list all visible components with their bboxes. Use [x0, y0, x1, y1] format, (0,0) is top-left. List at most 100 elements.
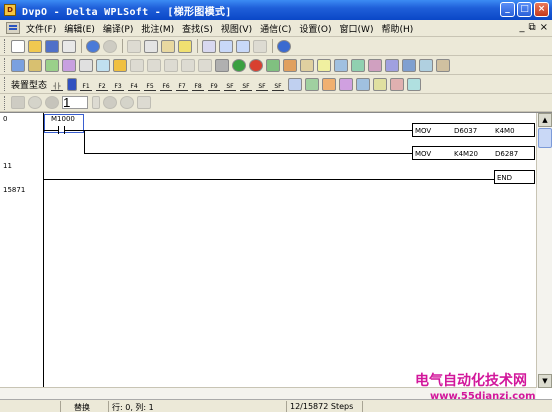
password-icon[interactable]: [436, 58, 450, 72]
menu-compile[interactable]: 编译(P): [99, 22, 137, 35]
monitor-icon[interactable]: [96, 58, 110, 72]
rung-line: [64, 130, 412, 131]
transfer-icon[interactable]: [215, 58, 229, 72]
print-icon[interactable]: [62, 39, 76, 53]
document-icon[interactable]: [6, 22, 20, 34]
toolbar-grip[interactable]: [4, 58, 7, 72]
mdi-close-button[interactable]: ×: [540, 22, 548, 33]
f4-contact-icon[interactable]: F4: [128, 78, 141, 91]
ladder-mode-icon[interactable]: [11, 58, 25, 72]
help-icon[interactable]: [277, 39, 291, 53]
chevron-down-icon[interactable]: [67, 77, 78, 91]
f7-coil-icon[interactable]: F7: [176, 78, 189, 91]
step-input[interactable]: [62, 96, 88, 109]
toolbar-grip[interactable]: [4, 77, 7, 91]
timer-icon[interactable]: [368, 58, 382, 72]
menu-settings[interactable]: 设置(O): [295, 22, 335, 35]
line-tool-icon[interactable]: [288, 77, 303, 91]
close-button[interactable]: ×: [534, 2, 549, 17]
f6-contact-icon[interactable]: F6: [160, 78, 173, 91]
stop-icon[interactable]: [249, 58, 263, 72]
insert-row-icon[interactable]: [305, 77, 320, 91]
sf2-coil-icon[interactable]: SF: [240, 78, 253, 91]
f8-coil-icon[interactable]: F8: [192, 78, 205, 91]
menu-file[interactable]: 文件(F): [22, 22, 60, 35]
contact-label: M1000: [51, 115, 75, 123]
device-table-icon[interactable]: [79, 58, 93, 72]
scroll-thumb[interactable]: [538, 128, 552, 148]
sf3-coil-icon[interactable]: SF: [256, 78, 269, 91]
menu-search[interactable]: 查找(S): [178, 22, 217, 35]
find-icon[interactable]: [219, 39, 233, 53]
sfc-mode-icon[interactable]: [45, 58, 59, 72]
force-icon[interactable]: [317, 58, 331, 72]
copy-icon[interactable]: [144, 39, 158, 53]
instruction-mode-icon[interactable]: [28, 58, 42, 72]
toolbar-grip[interactable]: [4, 39, 7, 53]
contact-bar: [58, 126, 59, 134]
menu-comment[interactable]: 批注(M): [137, 22, 178, 35]
branch-icon[interactable]: [356, 77, 371, 91]
f1-contact-icon[interactable]: F1: [80, 78, 93, 91]
erase-icon[interactable]: [178, 39, 192, 53]
counter-icon[interactable]: [385, 58, 399, 72]
row-number: 15871: [3, 186, 26, 194]
sf-coil-icon[interactable]: SF: [224, 78, 237, 91]
menu-edit[interactable]: 编辑(E): [60, 22, 99, 35]
insert-column-icon[interactable]: [339, 77, 354, 91]
end-instruction[interactable]: END: [494, 170, 535, 184]
status-bar: 替换 行: 0, 列: 1 12/15872 Steps: [0, 399, 552, 412]
mdi-restore-button[interactable]: ⧉: [528, 22, 535, 33]
pause-icon: [45, 96, 59, 109]
toolbar-grip[interactable]: [4, 95, 7, 110]
stop-step-icon: [103, 96, 117, 109]
new-file-icon[interactable]: [11, 39, 25, 53]
cpu-icon[interactable]: [334, 58, 348, 72]
online-icon[interactable]: [86, 39, 100, 53]
open-folder-icon[interactable]: [28, 39, 42, 53]
menu-bar: 文件(F) 编辑(E) 编译(P) 批注(M) 查找(S) 视图(V) 通信(C…: [0, 20, 552, 37]
f5-contact-icon[interactable]: F5: [144, 78, 157, 91]
menu-view[interactable]: 视图(V): [217, 22, 256, 35]
minimize-button[interactable]: _: [500, 2, 515, 17]
menu-help[interactable]: 帮助(H): [377, 22, 417, 35]
f9-coil-icon[interactable]: F9: [208, 78, 221, 91]
run-icon[interactable]: [232, 58, 246, 72]
vertical-scrollbar[interactable]: ▲ ▼: [536, 113, 552, 388]
mdi-minimize-button[interactable]: _: [519, 22, 524, 33]
ladder-editor[interactable]: 0 11 15871 M1000 MOV D6037 K4M0 MOV K4M2…: [0, 112, 552, 399]
sf4-coil-icon[interactable]: SF: [272, 78, 285, 91]
paste-icon[interactable]: [161, 39, 175, 53]
ladder-toolbar: 装置型态 ┤├ F1 F2 F3 F4 F5 F6 F7 F8 F9 SF SF…: [0, 75, 552, 94]
compare-icon[interactable]: [300, 58, 314, 72]
application-instruction-icon[interactable]: [373, 77, 388, 91]
f3-contact-icon[interactable]: F3: [112, 78, 125, 91]
status-position: 行: 0, 列: 1: [112, 403, 154, 412]
search-device-icon[interactable]: [402, 58, 416, 72]
instruction-block[interactable]: MOV K4M20 D6287: [412, 146, 535, 160]
settings-icon[interactable]: [419, 58, 433, 72]
maximize-button[interactable]: □: [517, 2, 532, 17]
scroll-up-icon[interactable]: ▲: [538, 113, 552, 127]
contact-no-icon[interactable]: ┤├: [51, 78, 64, 91]
instruction-arg2: K4M0: [495, 127, 515, 135]
upload-icon[interactable]: [283, 58, 297, 72]
mail-icon[interactable]: [390, 77, 405, 91]
grid-icon[interactable]: [407, 77, 422, 91]
save-icon[interactable]: [45, 39, 59, 53]
zoom-in-icon[interactable]: [236, 39, 250, 53]
comment-icon[interactable]: [62, 58, 76, 72]
menu-communication[interactable]: 通信(C): [256, 22, 295, 35]
instruction-block[interactable]: MOV D6037 K4M0: [412, 123, 535, 137]
network-icon[interactable]: [351, 58, 365, 72]
app-icon[interactable]: D: [4, 4, 16, 16]
f2-contact-icon[interactable]: F2: [96, 78, 109, 91]
scroll-down-icon[interactable]: ▼: [538, 374, 552, 388]
step-spinner: [92, 96, 100, 109]
disabled-tool-4-icon: [181, 58, 195, 72]
download-icon[interactable]: [266, 58, 280, 72]
delete-row-icon[interactable]: [322, 77, 337, 91]
menu-window[interactable]: 窗口(W): [336, 22, 378, 35]
wizard-icon[interactable]: [113, 58, 127, 72]
undo-icon[interactable]: [202, 39, 216, 53]
